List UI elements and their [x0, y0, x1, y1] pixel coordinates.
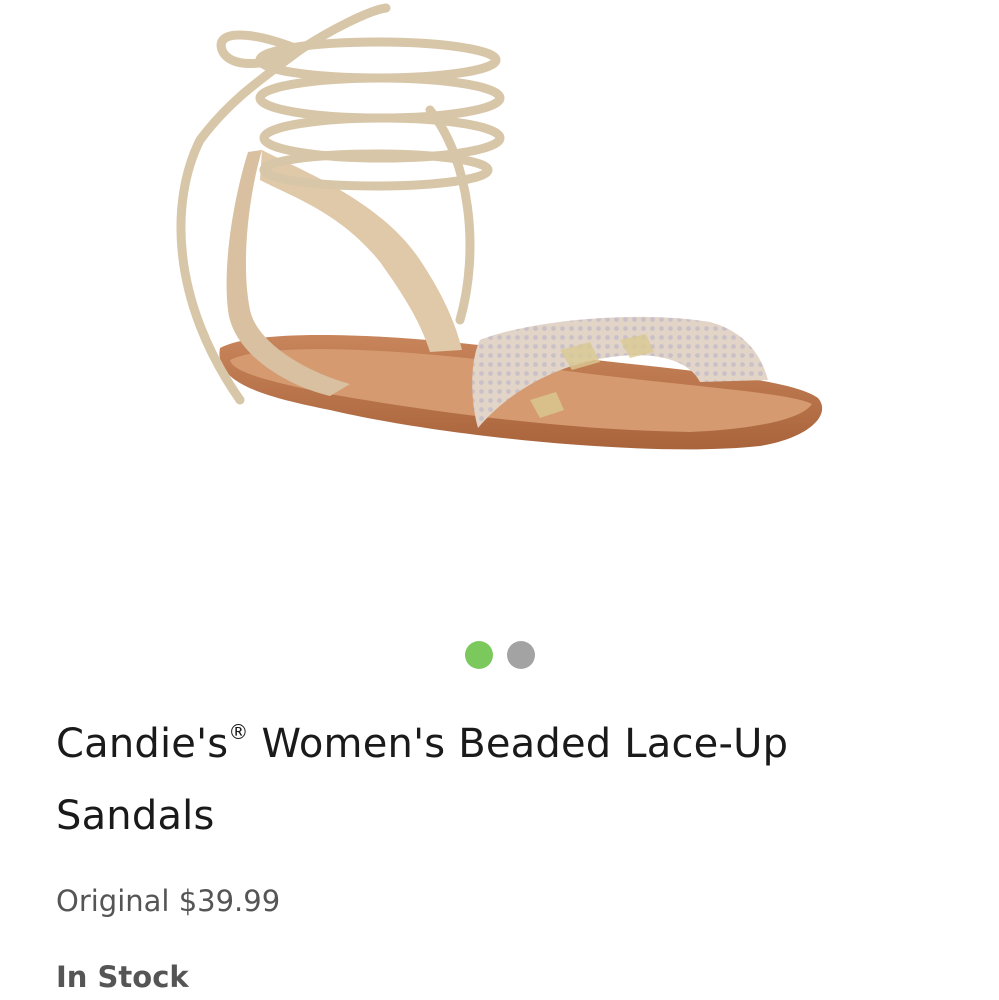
price-line: Original $39.99 [56, 884, 280, 918]
image-carousel-dots [0, 641, 999, 669]
carousel-dot-2[interactable] [506, 641, 535, 669]
price-value: $39.99 [178, 884, 281, 918]
carousel-dot-1[interactable] [464, 641, 493, 669]
product-image[interactable] [0, 0, 999, 600]
product-brand: Candie's [56, 721, 229, 767]
trademark-symbol: ® [228, 720, 249, 744]
stock-status: In Stock [56, 960, 189, 994]
sandal-product-photo-icon [176, 3, 823, 450]
price-label: Original [56, 884, 170, 918]
product-page: Candie's® Women's Beaded Lace-Up Sandals… [0, 0, 999, 1000]
product-title: Candie's® Women's Beaded Lace-Up Sandals [56, 708, 936, 852]
